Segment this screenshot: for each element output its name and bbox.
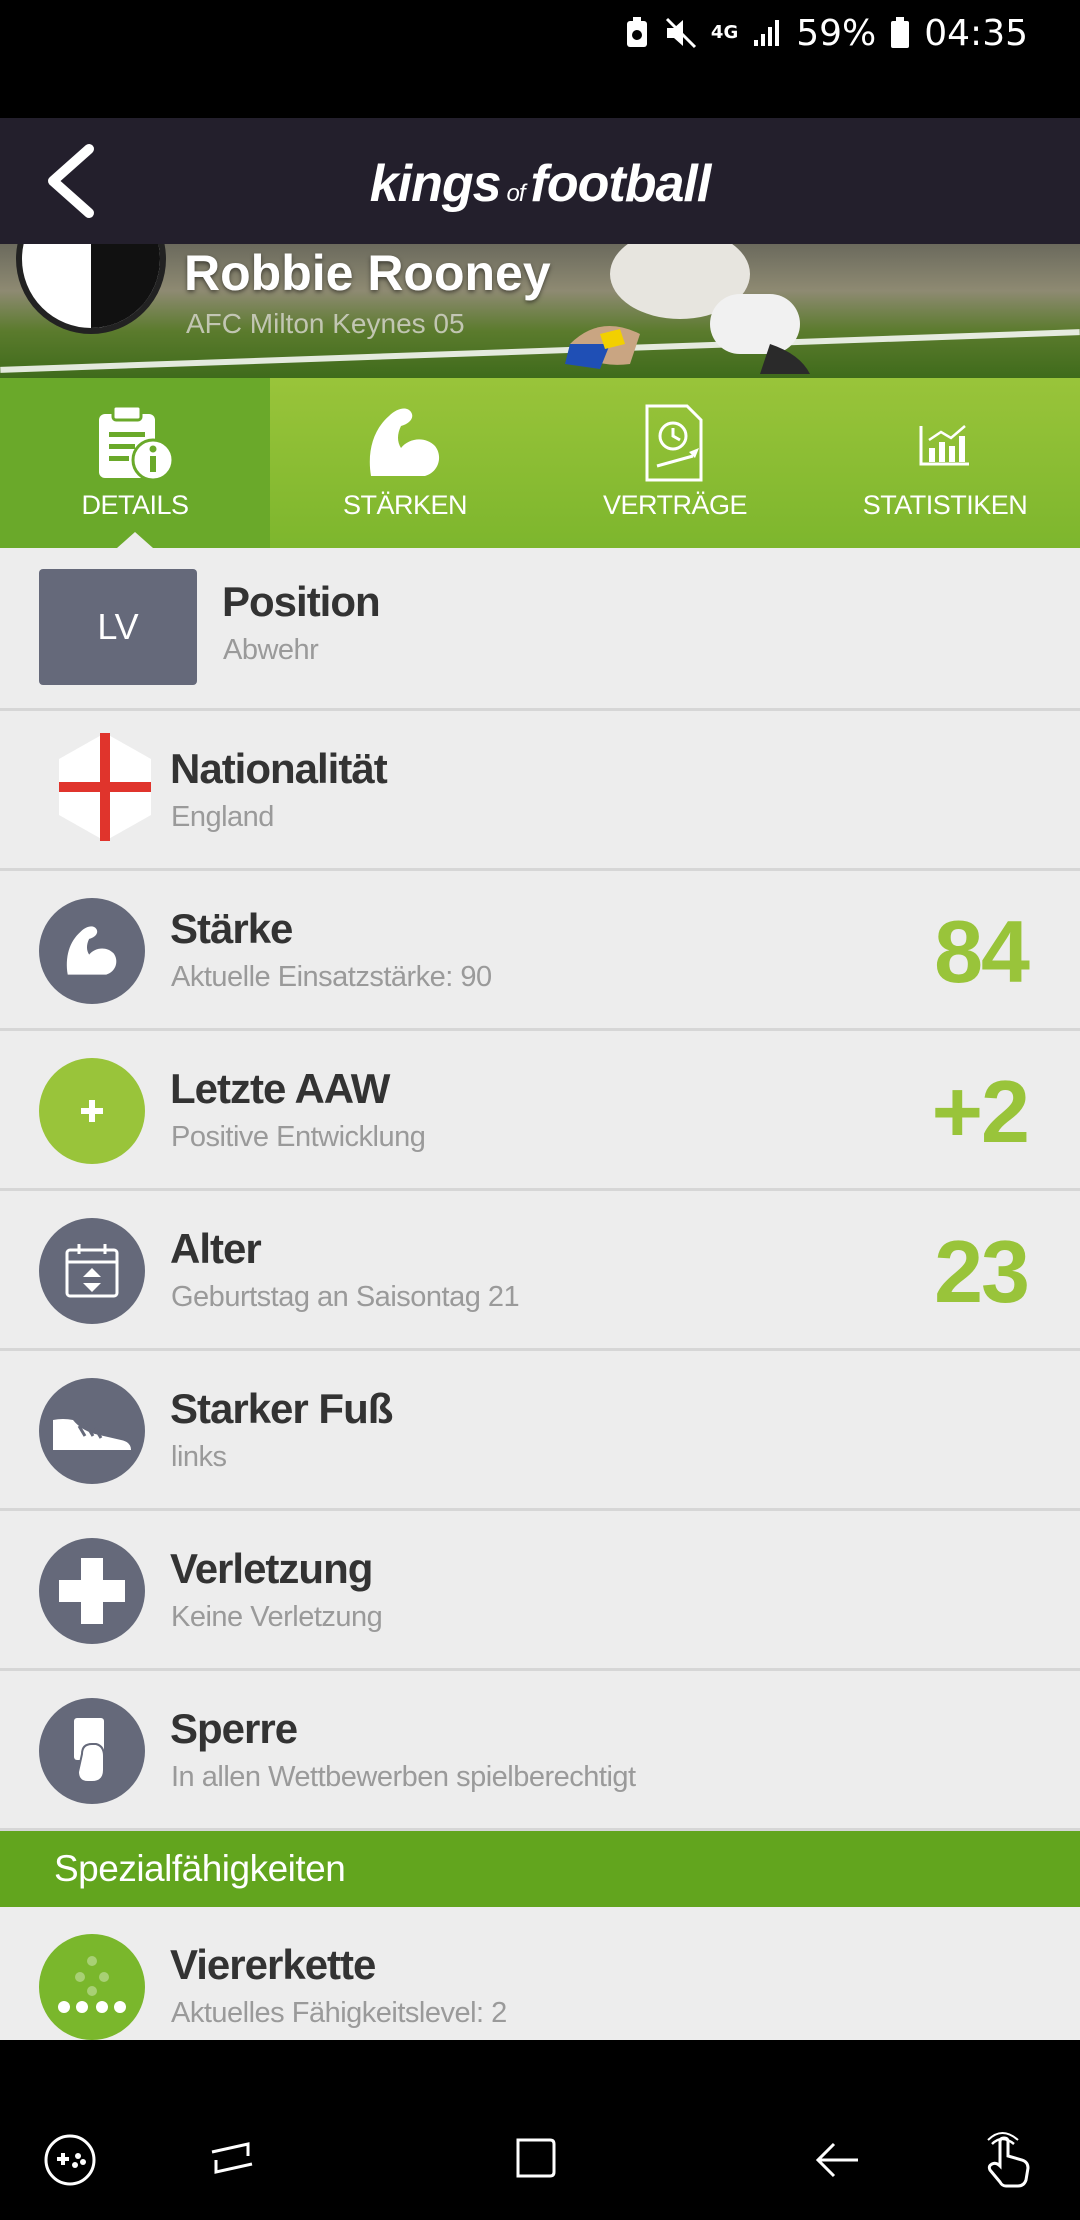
list-item-position: LV Position Abwehr — [0, 548, 1080, 711]
hand-pointer-icon — [987, 2132, 1030, 2188]
calendar-icon — [39, 1218, 145, 1324]
list-item-injury: Verletzung Keine Verletzung — [0, 1511, 1080, 1671]
formation-dots-icon — [39, 1934, 145, 2040]
pitch-line — [0, 329, 1080, 373]
system-nav-bar — [0, 2040, 1080, 2220]
strength-value: 84 — [934, 902, 1030, 1001]
battery-icon — [890, 17, 910, 49]
row-subtitle: Aktuelle Einsatzstärke: 90 — [171, 961, 492, 993]
tab-vertraege[interactable]: VERTRÄGE — [540, 378, 810, 548]
row-subtitle: Aktuelles Fähigkeitslevel: 2 — [171, 1997, 507, 2029]
list-item-nationality: Nationalität England — [0, 711, 1080, 871]
row-subtitle: links — [171, 1441, 227, 1473]
row-subtitle: Positive Entwicklung — [171, 1121, 426, 1153]
player-photo — [565, 244, 810, 374]
position-badge: LV — [39, 569, 197, 685]
contract-clock-icon — [645, 404, 703, 482]
app-header: kings of football — [0, 118, 1080, 244]
details-list: LV Position Abwehr Nationalität England … — [0, 548, 1080, 2040]
aaw-value: +2 — [931, 1062, 1030, 1161]
list-item-strength: Stärke Aktuelle Einsatzstärke: 90 84 — [0, 871, 1080, 1031]
back-arrow-icon — [815, 2142, 858, 2178]
player-name: Robbie Rooney — [184, 245, 551, 301]
mute-icon — [663, 17, 697, 49]
row-title: Stärke — [170, 905, 293, 952]
battery-percent: 59% — [796, 12, 877, 54]
row-title: Viererkette — [170, 1941, 376, 1988]
app-logo: kings of football — [369, 155, 712, 213]
home-square-icon — [516, 2138, 556, 2178]
recents-icon — [211, 2142, 253, 2174]
clipboard-info-icon — [99, 404, 175, 482]
player-tabs: DETAILS STÄRKEN VERTRÄGE STATISTIKEN — [0, 378, 1080, 548]
touch-assist-button[interactable] — [968, 2120, 1048, 2200]
row-title: Letzte AAW — [170, 1065, 390, 1112]
network-type: 4G — [710, 22, 739, 43]
club-badge — [16, 244, 166, 334]
signal-icon — [752, 18, 782, 48]
row-subtitle: England — [171, 801, 274, 833]
recents-button[interactable] — [192, 2120, 272, 2200]
row-title: Verletzung — [170, 1545, 373, 1592]
referee-card-icon — [39, 1698, 145, 1804]
tab-staerken[interactable]: STÄRKEN — [270, 378, 540, 548]
section-header-special: Spezialfähigkeiten — [0, 1831, 1080, 1907]
home-button[interactable] — [494, 2120, 574, 2200]
tab-statistiken[interactable]: STATISTIKEN — [810, 378, 1080, 548]
list-item-age: Alter Geburtstag an Saisontag 21 23 — [0, 1191, 1080, 1351]
clock: 04:35 — [924, 12, 1028, 54]
list-item-last-aaw: Letzte AAW Positive Entwicklung +2 — [0, 1031, 1080, 1191]
list-item-strong-foot: Starker Fuß links — [0, 1351, 1080, 1511]
club-name: AFC Milton Keynes 05 — [186, 308, 465, 339]
row-subtitle: Abwehr — [223, 634, 319, 666]
bicep-icon — [39, 898, 145, 1004]
row-title: Position — [222, 578, 381, 625]
list-item-suspension: Sperre In allen Wettbewerben spielberech… — [0, 1671, 1080, 1831]
battery-saver-icon — [625, 17, 649, 49]
row-title: Alter — [170, 1225, 262, 1272]
boot-icon — [39, 1378, 145, 1484]
row-title: Nationalität — [170, 745, 388, 792]
gamepad-icon — [44, 2134, 96, 2186]
list-item-special-skill: Viererkette Aktuelles Fähigkeitslevel: 2 — [0, 1907, 1080, 2040]
row-title: Sperre — [170, 1705, 298, 1752]
row-title: Starker Fuß — [170, 1385, 393, 1432]
game-tools-button[interactable] — [30, 2120, 110, 2200]
row-subtitle: Keine Verletzung — [171, 1601, 383, 1633]
tab-details[interactable]: DETAILS — [0, 378, 270, 548]
back-nav-button[interactable] — [798, 2120, 878, 2200]
row-subtitle: In allen Wettbewerben spielberechtigt — [171, 1761, 636, 1793]
status-icons: 4G 59% 04:35 — [625, 8, 1028, 58]
status-bar: 4G 59% 04:35 — [0, 0, 1080, 118]
england-flag-icon — [59, 733, 151, 841]
age-value: 23 — [934, 1222, 1030, 1321]
bar-chart-icon — [919, 425, 969, 466]
bicep-icon — [369, 408, 440, 476]
plus-icon — [39, 1058, 145, 1164]
row-subtitle: Geburtstag an Saisontag 21 — [171, 1281, 520, 1313]
medical-cross-icon — [39, 1538, 145, 1644]
player-hero-banner: Robbie Rooney AFC Milton Keynes 05 — [0, 244, 1080, 378]
